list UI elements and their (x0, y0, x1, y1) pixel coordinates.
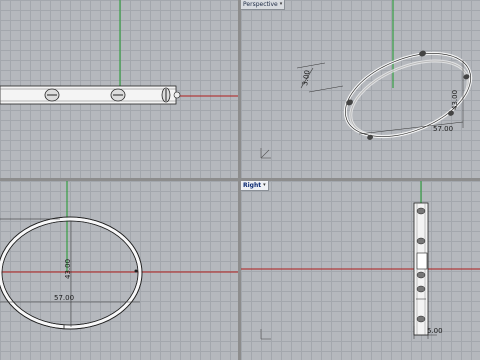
viewport-tab-right[interactable]: Right ▾ (241, 181, 269, 191)
axis-widget (260, 149, 270, 159)
front-viewport[interactable]: 43.00 57.00 (0, 181, 238, 360)
dimension-label: 57.00 (54, 294, 74, 302)
front-viewport-canvas: 43.00 57.00 (0, 181, 238, 330)
dimension-label: 57.00 (433, 125, 453, 133)
top-viewport[interactable] (0, 0, 238, 178)
dimension-label: 43.00 (64, 259, 72, 279)
right-viewport-canvas: 5.00 (241, 181, 480, 340)
perspective-viewport-canvas: 3.00 43.00 57.00 (260, 0, 473, 159)
viewport-tab-perspective[interactable]: Perspective ▾ (241, 0, 286, 10)
right-viewport[interactable]: 5.00 Right ▾ (241, 181, 480, 360)
viewport-title: Perspective (243, 1, 278, 8)
chevron-down-icon[interactable]: ▾ (280, 0, 283, 9)
chevron-down-icon[interactable]: ▾ (263, 181, 266, 190)
viewport-title: Right (243, 182, 262, 189)
perspective-viewport[interactable]: 3.00 43.00 57.00 Perspective ▾ (241, 0, 480, 178)
dimension-label: 5.00 (427, 327, 443, 335)
bracelet-right-view (413, 202, 429, 336)
top-viewport-canvas (0, 0, 238, 105)
dimension-label: 43.00 (451, 90, 459, 110)
viewport-divider-horizontal[interactable] (0, 178, 480, 181)
dimension-label: 3.00 (301, 70, 312, 87)
bracelet-top-view (0, 85, 181, 105)
